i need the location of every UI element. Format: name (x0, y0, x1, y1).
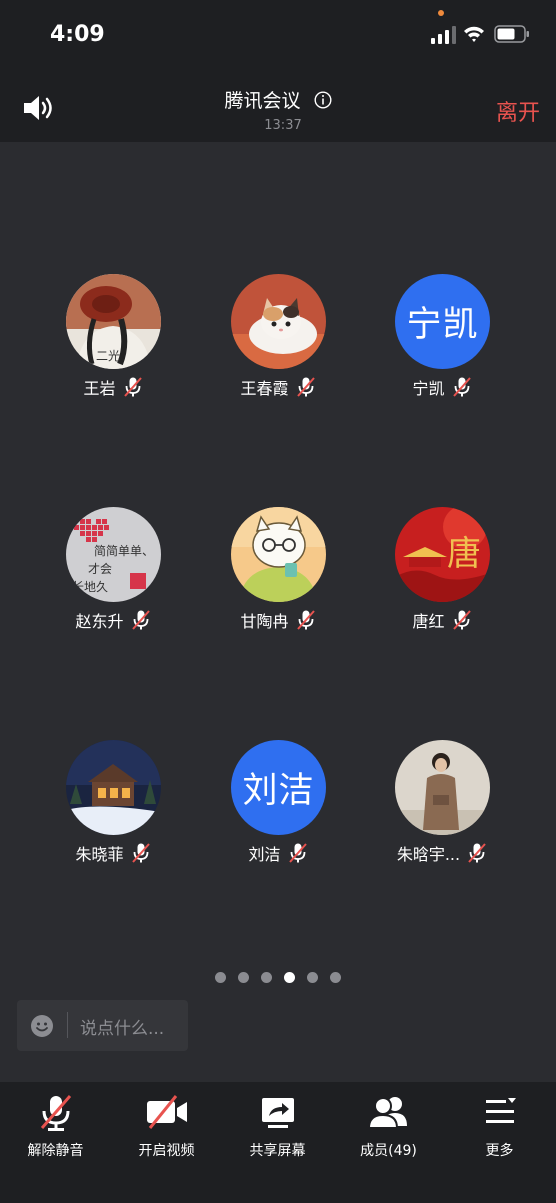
meeting-title: 腾讯会议 (224, 90, 301, 112)
participant-tile[interactable]: 简简单单、 才会 长地久 赵东升 (33, 507, 193, 637)
chat-divider (67, 1012, 68, 1038)
participant-name-row: 唐红 (362, 608, 522, 632)
video-off-icon (146, 1095, 187, 1129)
avatar-text: 才会 (88, 562, 112, 576)
mic-muted-icon (131, 610, 150, 630)
participant-name: 朱晓菲 (75, 845, 124, 864)
participant-name-row: 刘洁 (198, 841, 358, 865)
participant-name-row: 朱晗宇... (362, 841, 522, 865)
status-time: 4:09 (50, 22, 105, 47)
members-icon (367, 1097, 407, 1129)
meeting-title-row: 腾讯会议 (0, 86, 556, 113)
unmute-button[interactable]: 解除静音 (0, 1092, 111, 1160)
participant-name: 赵东升 (75, 612, 124, 631)
more-label: 更多 (485, 1143, 514, 1159)
mic-muted-icon (468, 843, 486, 863)
svg-text:二光: 二光 (96, 349, 120, 363)
info-icon[interactable] (314, 90, 332, 109)
mic-muted-icon (131, 843, 150, 863)
avatar-text: 长地久 (72, 580, 108, 594)
mic-muted-icon (296, 377, 315, 397)
more-button[interactable]: 更多 (444, 1092, 555, 1160)
status-bar: 4:09 (0, 0, 556, 70)
mic-muted-icon (40, 1095, 71, 1131)
avatar: 宁凯 (395, 274, 490, 369)
participant-name-row: 甘陶冉 (198, 608, 358, 632)
participant-tile[interactable]: 王春霞 (198, 274, 358, 404)
avatar: 刘洁 (231, 740, 326, 835)
page-dot[interactable] (307, 972, 318, 983)
page-dot-active[interactable] (284, 972, 295, 983)
participant-name: 唐红 (412, 612, 445, 631)
participant-tile[interactable]: 甘陶冉 (198, 507, 358, 637)
mic-muted-icon (296, 610, 315, 630)
participant-tile[interactable]: 唐 唐红 (362, 507, 522, 637)
start-video-button[interactable]: 开启视频 (111, 1092, 222, 1160)
bottom-toolbar: 解除静音 开启视频 共享屏幕 成员(49) 更多 (0, 1082, 556, 1203)
participant-name-row: 赵东升 (33, 608, 193, 632)
mic-muted-icon (452, 610, 471, 630)
avatar: 简简单单、 才会 长地久 (66, 507, 161, 602)
share-screen-icon (261, 1098, 294, 1128)
participant-tile[interactable]: 二光 王岩 (33, 274, 193, 404)
page-indicator (0, 968, 556, 987)
more-menu-icon (485, 1098, 516, 1123)
avatar: 二光 (66, 274, 161, 369)
participant-name: 甘陶冉 (240, 612, 289, 631)
participant-tile[interactable]: 刘洁 刘洁 (198, 740, 358, 870)
members-button[interactable]: 成员(49) (333, 1092, 444, 1160)
members-label: 成员(49) (360, 1143, 417, 1159)
avatar: 唐 (395, 507, 490, 602)
unmute-label: 解除静音 (27, 1143, 84, 1159)
chat-placeholder: 说点什么... (80, 1019, 165, 1039)
page-dot[interactable] (238, 972, 249, 983)
page-dot[interactable] (215, 972, 226, 983)
participant-tile[interactable]: 宁凯 宁凯 (362, 274, 522, 404)
participant-tile[interactable]: 朱晗宇... (362, 740, 522, 870)
avatar-text: 简简单单、 (94, 544, 154, 558)
share-screen-label: 共享屏幕 (249, 1143, 306, 1159)
chat-input[interactable]: 说点什么... (17, 1000, 188, 1051)
participant-name: 宁凯 (412, 379, 445, 398)
avatar (231, 274, 326, 369)
leave-button[interactable]: 离开 (496, 95, 540, 127)
page-dot[interactable] (261, 972, 272, 983)
avatar (231, 507, 326, 602)
participant-name-row: 王春霞 (198, 375, 358, 399)
participant-name-row: 宁凯 (362, 375, 522, 399)
mic-muted-icon (123, 377, 142, 397)
page-dot[interactable] (330, 972, 341, 983)
participant-name: 王岩 (83, 379, 116, 398)
participant-name: 朱晗宇... (396, 845, 461, 864)
meeting-timer: 13:37 (264, 118, 302, 133)
participant-name-row: 朱晓菲 (33, 841, 193, 865)
avatar (66, 740, 161, 835)
avatar (395, 740, 490, 835)
meeting-header: 腾讯会议 13:37 离开 (0, 70, 556, 142)
participant-name: 王春霞 (240, 379, 289, 398)
participant-name-row: 王岩 (33, 375, 193, 399)
participant-tile[interactable]: 朱晓菲 (33, 740, 193, 870)
start-video-label: 开启视频 (138, 1143, 195, 1159)
mic-muted-icon (452, 377, 471, 397)
privacy-indicator-dot (438, 10, 444, 16)
avatar-text: 唐 (447, 534, 481, 574)
share-screen-button[interactable]: 共享屏幕 (222, 1092, 333, 1160)
wifi-icon (464, 26, 484, 42)
signal-icon (431, 26, 456, 44)
mic-muted-icon (288, 843, 307, 863)
participant-name: 刘洁 (248, 845, 281, 864)
emoji-icon[interactable] (30, 1014, 54, 1038)
battery-icon (494, 25, 529, 43)
